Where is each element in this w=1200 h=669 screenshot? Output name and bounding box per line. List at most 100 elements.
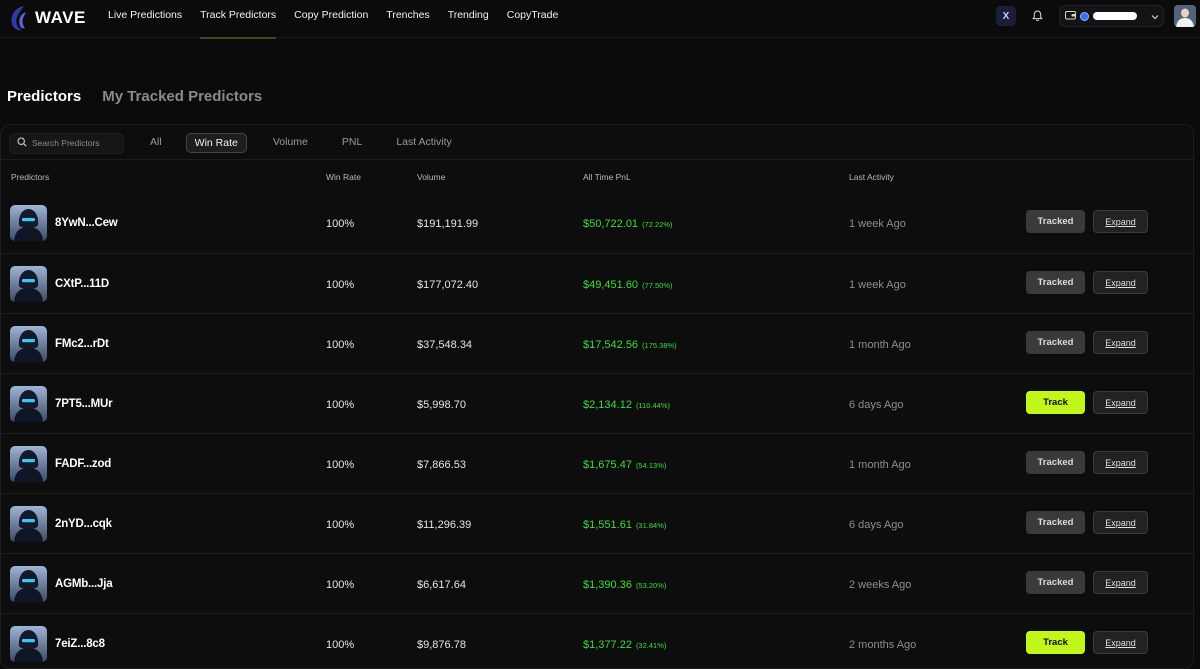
table-row: AGMb...Jja 100% $6,617.64 $1,390.36 (53.2… [1,553,1195,613]
expand-button[interactable]: Expand [1093,451,1148,474]
search-box[interactable] [9,132,124,154]
page-tabs: Predictors My Tracked Predictors [7,88,262,105]
predictor-name[interactable]: 8YwN...Cew [55,217,118,229]
wallet-selector[interactable] [1059,5,1164,27]
wallet-address-redacted [1093,12,1137,20]
volume: $7,866.53 [417,459,466,471]
predictor-name[interactable]: CXtP...11D [55,278,109,290]
pnl-value: $1,377.22 [583,639,632,651]
track-button[interactable]: Tracked [1026,331,1085,354]
predictor-name[interactable]: AGMb...Jja [55,578,113,590]
predictor-avatar[interactable] [10,446,47,482]
table-row: FADF...zod 100% $7,866.53 $1,675.47 (54.1… [1,433,1195,493]
pnl-percent: (72.22%) [642,220,673,229]
pnl-value: $1,390.36 [583,579,632,591]
predictor-avatar[interactable] [10,386,47,422]
expand-button[interactable]: Expand [1093,331,1148,354]
pnl-percent: (77.50%) [642,281,673,290]
last-activity: 2 weeks Ago [849,579,912,591]
column-win-rate: Win Rate [326,172,361,182]
expand-button[interactable]: Expand [1093,511,1148,534]
table-row: FMc2...rDt 100% $37,548.34 $17,542.56 (17… [1,313,1195,373]
search-input[interactable] [32,138,120,148]
predictor-name[interactable]: 2nYD...cqk [55,518,112,530]
win-rate: 100% [326,339,355,351]
predictor-avatar[interactable] [10,566,47,602]
expand-button[interactable]: Expand [1093,391,1148,414]
win-rate: 100% [326,279,355,291]
filter-all[interactable]: All [142,133,170,153]
track-button[interactable]: Track [1026,391,1085,414]
column-all-time-pnl: All Time PnL [583,172,631,182]
all-time-pnl: $50,722.01 (72.22%) [583,218,673,230]
expand-button[interactable]: Expand [1093,571,1148,594]
all-time-pnl: $1,390.36 (53.20%) [583,579,666,591]
volume: $37,548.34 [417,339,473,351]
table-row: 7PT5...MUr 100% $5,998.70 $2,134.12 (110.… [1,373,1195,433]
win-rate: 100% [326,399,355,411]
pnl-percent: (54.13%) [635,461,667,470]
table-row: CXtP...11D 100% $177,072.40 $49,451.60 (7… [1,253,1195,313]
user-avatar[interactable] [1174,5,1196,27]
expand-button[interactable]: Expand [1093,271,1148,294]
x-icon[interactable]: X [996,6,1016,26]
wallet-icon [1065,7,1076,25]
table-row: 2nYD...cqk 100% $11,296.39 $1,551.61 (31.… [1,493,1195,553]
all-time-pnl: $49,451.60 (77.50%) [583,279,673,291]
volume: $191,191.99 [417,218,479,230]
last-activity: 1 week Ago [849,218,906,230]
pnl-percent: (175.38%) [642,341,677,350]
predictor-avatar[interactable] [10,326,47,362]
tab-my-tracked-predictors[interactable]: My Tracked Predictors [102,88,262,105]
predictor-name[interactable]: FMc2...rDt [55,338,109,350]
last-activity: 1 month Ago [849,339,911,351]
track-button[interactable]: Tracked [1026,511,1085,534]
last-activity: 6 days Ago [849,519,904,531]
predictor-avatar[interactable] [10,506,47,542]
header-actions: X [0,5,1200,30]
predictor-name[interactable]: 7PT5...MUr [55,398,113,410]
expand-button[interactable]: Expand [1093,631,1148,654]
volume: $5,998.70 [417,399,466,411]
column-predictors: Predictors [11,172,50,182]
track-button[interactable]: Track [1026,631,1085,654]
win-rate: 100% [326,579,355,591]
win-rate: 100% [326,459,355,471]
win-rate: 100% [326,519,355,531]
expand-button[interactable]: Expand [1093,210,1148,233]
predictor-name[interactable]: 7eiZ...8c8 [55,638,105,650]
column-last-activity: Last Activity [849,172,894,182]
chevron-down-icon [1151,7,1159,25]
pnl-value: $1,675.47 [583,459,632,471]
pnl-value: $17,542.56 [583,339,639,351]
predictor-avatar[interactable] [10,626,47,662]
bell-icon[interactable] [1027,6,1047,26]
win-rate: 100% [326,639,355,651]
filter-volume[interactable]: Volume [265,133,316,153]
last-activity: 1 month Ago [849,459,911,471]
predictors-panel: All Win Rate Volume PNL Last Activity Pr… [0,124,1195,669]
pnl-percent: (32.41%) [635,641,667,650]
track-button[interactable]: Tracked [1026,271,1085,294]
last-activity: 1 week Ago [849,279,906,291]
track-button[interactable]: Tracked [1026,451,1085,474]
tab-predictors[interactable]: Predictors [7,88,81,105]
predictor-avatar[interactable] [10,266,47,302]
volume: $9,876.78 [417,639,466,651]
pnl-percent: (110.44%) [635,401,670,410]
column-volume: Volume [417,172,446,182]
pnl-value: $1,551.61 [583,519,632,531]
all-time-pnl: $17,542.56 (175.38%) [583,339,677,351]
filter-bar: All Win Rate Volume PNL Last Activity [9,132,460,154]
pnl-value: $50,722.01 [583,218,639,230]
predictor-name[interactable]: FADF...zod [55,458,111,470]
table-header: Predictors Win Rate Volume All Time PnL … [1,159,1195,193]
track-button[interactable]: Tracked [1026,210,1085,233]
predictor-avatar[interactable] [10,205,47,241]
last-activity: 6 days Ago [849,399,904,411]
track-button[interactable]: Tracked [1026,571,1085,594]
filter-pnl[interactable]: PNL [334,133,370,153]
pnl-percent: (31.84%) [635,521,667,530]
filter-last-activity[interactable]: Last Activity [388,133,459,153]
filter-win-rate[interactable]: Win Rate [185,133,247,153]
